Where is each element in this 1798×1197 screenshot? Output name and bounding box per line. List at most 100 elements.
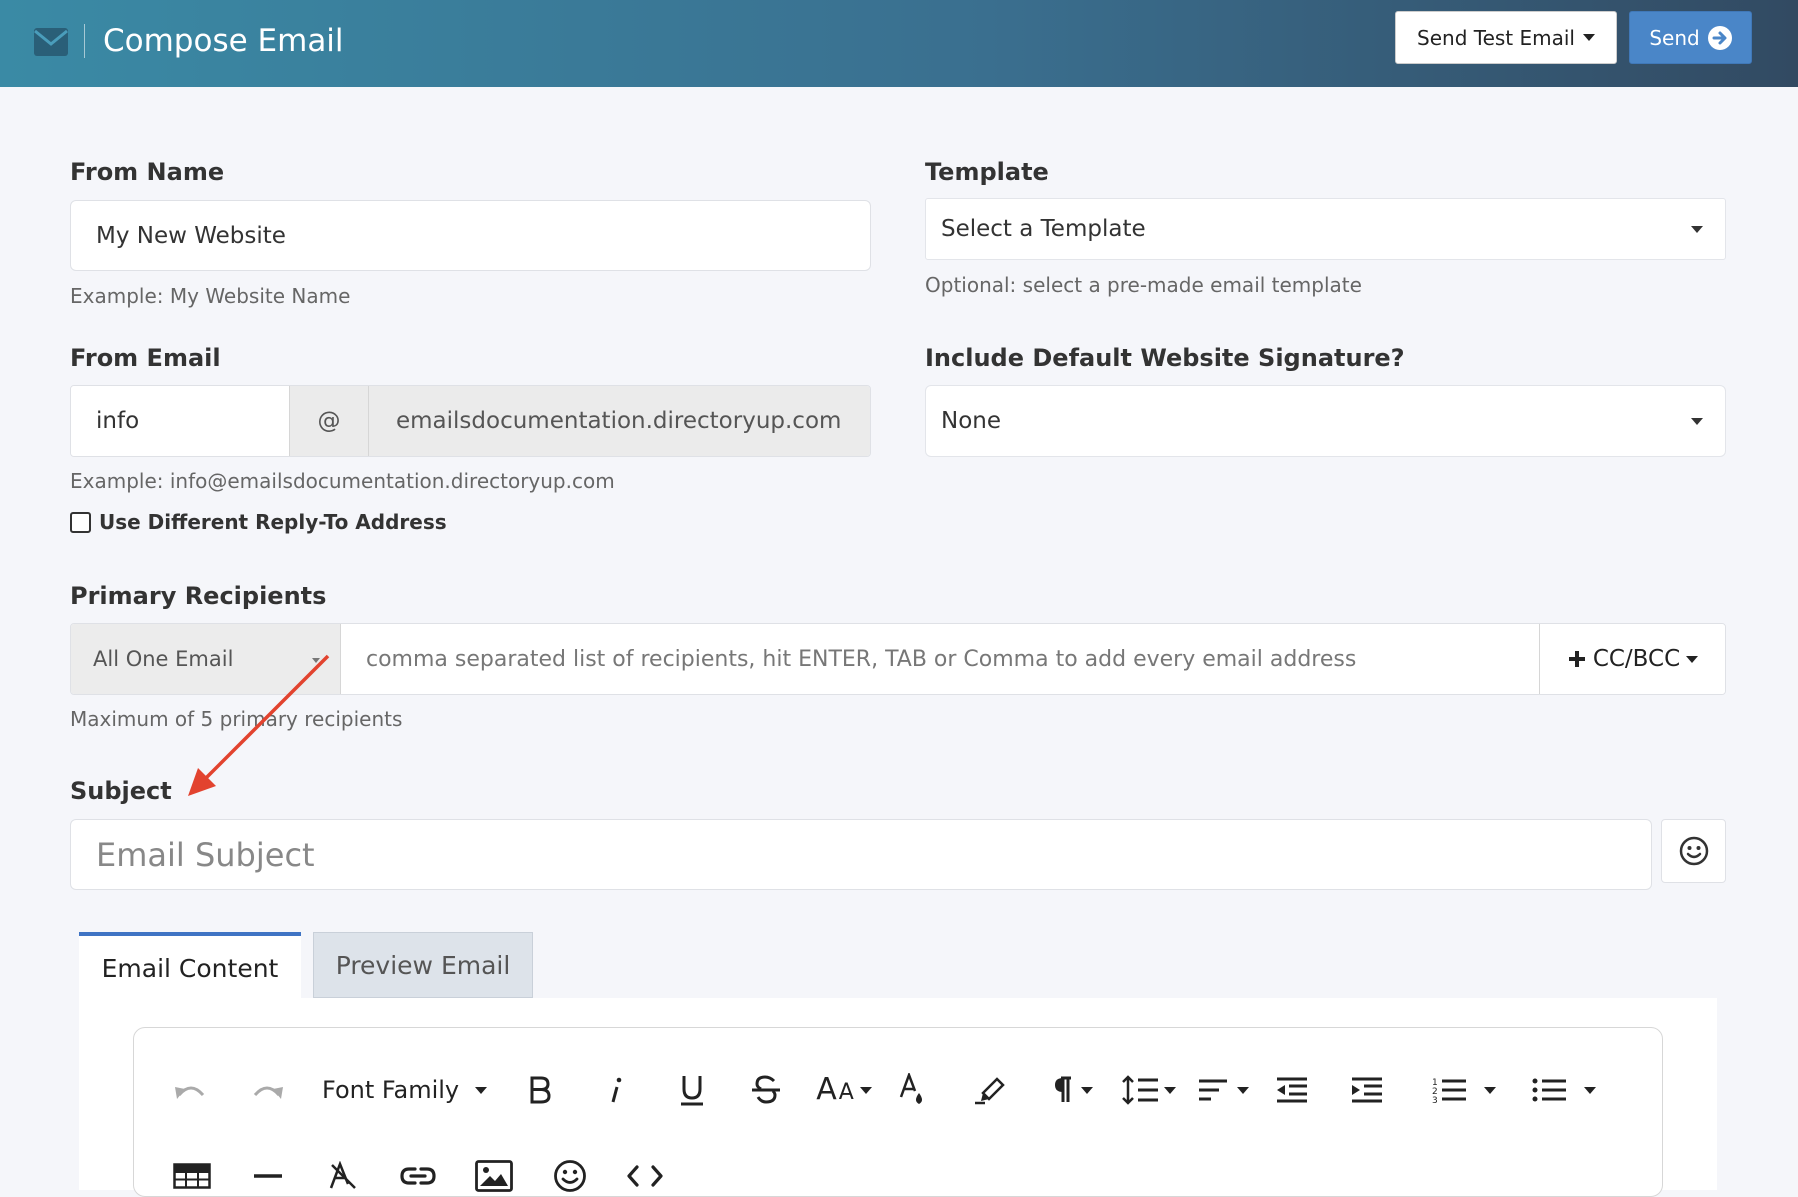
envelope-icon (34, 28, 68, 56)
at-sign-addon: @ (289, 386, 369, 456)
from-name-input[interactable]: My New Website (70, 200, 871, 271)
code-view-icon (627, 1165, 663, 1187)
unordered-list-dropdown[interactable] (1524, 1070, 1604, 1110)
image-button[interactable] (474, 1156, 514, 1196)
undo-button[interactable] (171, 1070, 211, 1110)
header-divider (84, 24, 85, 58)
undo-icon (175, 1086, 205, 1099)
cc-bcc-label: CC/BCC (1592, 646, 1681, 672)
emoji-button[interactable] (550, 1156, 590, 1196)
indent-button[interactable] (1347, 1070, 1387, 1110)
align-icon (1199, 1079, 1227, 1101)
template-label: Template (925, 158, 1049, 186)
from-email-group: info @ emailsdocumentation.directoryup.c… (70, 385, 871, 457)
link-icon (400, 1167, 436, 1185)
reply-to-checkbox[interactable] (70, 512, 91, 533)
strikethrough-button[interactable] (746, 1070, 786, 1110)
tab-email-content-label: Email Content (101, 953, 279, 983)
subject-input[interactable]: Email Subject (70, 819, 1652, 890)
send-button[interactable]: Send (1629, 11, 1752, 64)
from-email-local-input[interactable]: info (71, 386, 289, 456)
chevron-down-icon (1691, 226, 1703, 233)
outdent-button[interactable] (1272, 1070, 1312, 1110)
recipients-input[interactable]: comma separated list of recipients, hit … (341, 624, 1539, 694)
underline-icon (681, 1076, 703, 1106)
text-color-button[interactable] (894, 1070, 934, 1110)
indent-icon (1352, 1077, 1382, 1103)
code-view-button[interactable] (625, 1156, 665, 1196)
from-name-value: My New Website (96, 222, 286, 249)
font-size-dropdown[interactable]: A A (814, 1070, 874, 1110)
bold-icon (530, 1076, 551, 1104)
horizontal-rule-icon (254, 1174, 282, 1178)
chevron-down-icon (1164, 1086, 1176, 1094)
emoji-icon (554, 1160, 586, 1192)
ordered-list-dropdown[interactable]: 1 2 3 (1424, 1070, 1504, 1110)
cc-bcc-button[interactable]: CC/BCC (1539, 624, 1725, 694)
annotation-arrow (188, 654, 330, 796)
chevron-down-icon (475, 1086, 488, 1094)
plus-icon (1568, 651, 1585, 667)
arrow-circle-right-icon (1707, 25, 1732, 50)
font-family-dropdown[interactable]: Font Family (322, 1070, 494, 1110)
link-button[interactable] (398, 1156, 438, 1196)
recipients-placeholder: comma separated list of recipients, hit … (366, 646, 1357, 672)
top-header-bar: Compose Email Send Test Email Send (0, 0, 1798, 87)
font-family-label: Font Family (322, 1076, 460, 1104)
chevron-down-icon (1081, 1086, 1093, 1094)
subject-label: Subject (70, 777, 172, 805)
paragraph-dropdown[interactable] (1044, 1070, 1102, 1110)
signature-selected: None (941, 408, 1002, 434)
italic-icon (611, 1077, 622, 1103)
subject-emoji-button[interactable] (1661, 819, 1726, 883)
send-test-email-button[interactable]: Send Test Email (1395, 11, 1617, 64)
ordered-list-icon: 1 2 3 (1432, 1078, 1466, 1104)
font-size-small-a: A (838, 1080, 854, 1105)
from-email-domain: emailsdocumentation.directoryup.com (369, 386, 870, 456)
template-selected: Select a Template (941, 216, 1146, 242)
bold-button[interactable] (520, 1070, 560, 1110)
font-size-big-a: A (816, 1072, 837, 1107)
reply-to-label[interactable]: Use Different Reply-To Address (99, 509, 447, 535)
tab-email-content[interactable]: Email Content (79, 932, 301, 1000)
from-email-label: From Email (70, 344, 221, 372)
from-name-help: Example: My Website Name (70, 284, 351, 308)
italic-button[interactable] (596, 1070, 636, 1110)
from-email-local-value: info (96, 408, 140, 434)
underline-button[interactable] (672, 1070, 712, 1110)
highlight-icon (975, 1077, 1005, 1105)
emoji-icon (1679, 836, 1708, 866)
highlight-button[interactable] (970, 1070, 1010, 1110)
template-select[interactable]: Select a Template (925, 198, 1726, 260)
page-title: Compose Email (103, 23, 344, 59)
chevron-down-icon (1584, 1086, 1596, 1094)
clear-format-icon (329, 1161, 356, 1189)
chevron-down-icon (1582, 34, 1595, 41)
chevron-down-icon (1484, 1086, 1496, 1094)
send-test-email-label: Send Test Email (1417, 25, 1575, 50)
chevron-down-icon (859, 1086, 872, 1094)
tab-preview-email[interactable]: Preview Email (313, 932, 533, 998)
chevron-down-icon (1237, 1086, 1249, 1094)
clear-format-button[interactable] (323, 1156, 363, 1196)
svg-text:3: 3 (1432, 1096, 1438, 1104)
line-height-icon (1122, 1075, 1158, 1105)
redo-button[interactable] (247, 1070, 287, 1110)
table-button[interactable] (172, 1156, 212, 1196)
table-icon (173, 1163, 211, 1189)
tab-preview-email-label: Preview Email (335, 950, 511, 980)
subject-placeholder: Email Subject (96, 835, 315, 874)
chevron-down-icon (1686, 655, 1699, 663)
template-help: Optional: select a pre-made email templa… (925, 273, 1362, 297)
unordered-list-icon (1532, 1078, 1566, 1102)
from-email-help: Example: info@emailsdocumentation.direct… (70, 469, 615, 493)
rich-text-editor: Font Family A A 1 2 3 (133, 1027, 1663, 1197)
line-height-dropdown[interactable] (1119, 1070, 1179, 1110)
horizontal-rule-button[interactable] (248, 1156, 288, 1196)
image-icon (475, 1160, 513, 1192)
send-label: Send (1649, 25, 1700, 50)
chevron-down-icon (1691, 418, 1703, 425)
paragraph-icon (1055, 1076, 1071, 1102)
align-dropdown[interactable] (1194, 1070, 1252, 1110)
signature-select[interactable]: None (925, 385, 1726, 457)
